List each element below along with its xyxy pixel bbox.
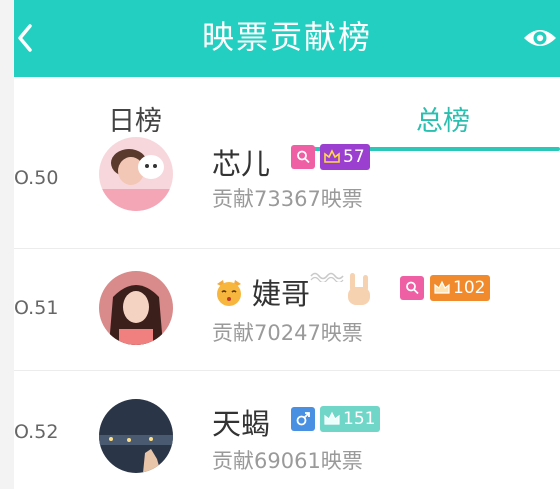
avatar[interactable] bbox=[99, 137, 173, 211]
male-gender-icon bbox=[291, 407, 315, 431]
rank-number: O.51 bbox=[14, 297, 59, 319]
female-gender-icon bbox=[291, 145, 315, 169]
list-item[interactable]: O.52 天蝎 151 贡献69061映票 bbox=[14, 371, 560, 489]
avatar[interactable] bbox=[99, 399, 173, 473]
level-badge: 57 bbox=[320, 144, 370, 170]
level-number: 151 bbox=[343, 409, 376, 429]
wave-icon bbox=[310, 269, 344, 283]
header-bar: 映票贡献榜 bbox=[14, 0, 560, 77]
user-name: 芯儿 bbox=[212, 147, 271, 181]
contribution-text: 贡献69061映票 bbox=[212, 449, 363, 473]
divider bbox=[14, 248, 560, 249]
cat-emoji-icon bbox=[212, 275, 246, 309]
rank-number: O.50 bbox=[14, 167, 59, 189]
level-number: 57 bbox=[343, 147, 365, 167]
list-item[interactable]: O.51 婕哥 102 贡献70247映票 bbox=[14, 251, 560, 371]
level-number: 102 bbox=[453, 278, 486, 298]
level-badge: 151 bbox=[320, 406, 381, 432]
page-title: 映票贡献榜 bbox=[201, 18, 372, 56]
contribution-text: 贡献73367映票 bbox=[212, 187, 363, 211]
level-badge: 102 bbox=[430, 275, 491, 301]
tab-daily[interactable]: 日榜 bbox=[108, 99, 162, 138]
tab-bar: 日榜 总榜 bbox=[14, 77, 560, 155]
eye-icon[interactable] bbox=[520, 22, 560, 54]
user-name: 婕哥 bbox=[252, 277, 311, 311]
crown-icon bbox=[434, 280, 450, 294]
avatar[interactable] bbox=[99, 271, 173, 345]
list-item[interactable]: O.50 芯儿 57 贡献73367映票 bbox=[14, 137, 560, 249]
contribution-text: 贡献70247映票 bbox=[212, 321, 363, 345]
crown-icon bbox=[324, 149, 340, 163]
female-gender-icon bbox=[400, 276, 424, 300]
user-name: 天蝎 bbox=[212, 407, 271, 441]
tab-total[interactable]: 总榜 bbox=[416, 99, 470, 138]
rock-hand-icon bbox=[344, 271, 374, 309]
rank-number: O.52 bbox=[14, 421, 59, 443]
crown-icon bbox=[324, 411, 340, 425]
phone-screen: 映票贡献榜 日榜 总榜 O.50 芯儿 57 贡献73367映票 O.51 婕哥… bbox=[14, 0, 560, 489]
